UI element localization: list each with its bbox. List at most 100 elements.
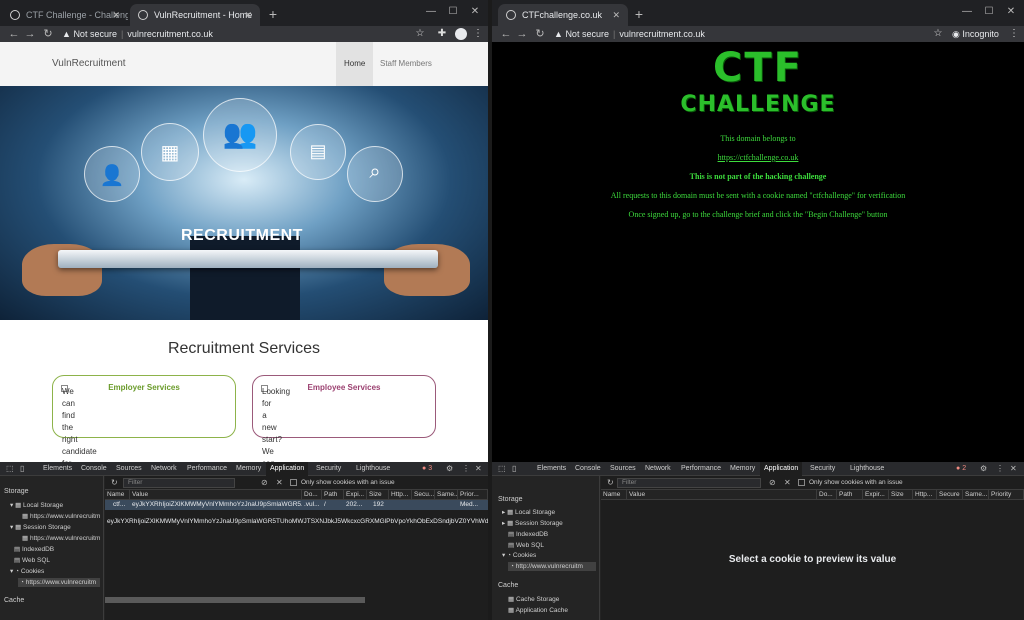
devtools-tab-performance[interactable]: Performance [183, 462, 231, 476]
table-row[interactable]: ctf... eyJkYXRhIjoiZXlKMWMyVnlYMmhoYzJna… [105, 500, 488, 510]
cookie-value-preview[interactable]: eyJkYXRhIjoiZXlKMWMyVnlYMmhoYzJnaU9pSmla… [105, 518, 488, 525]
refresh-icon[interactable]: ↻ [111, 476, 118, 490]
reload-icon[interactable]: ↻ [534, 26, 546, 42]
profile-avatar[interactable] [455, 28, 467, 40]
sidebar-session-storage-origin[interactable]: ▦ https://www.vulnrecruitm [20, 534, 100, 543]
more-options-icon[interactable]: ⋮ [996, 462, 1004, 476]
reload-icon[interactable]: ↻ [42, 26, 54, 42]
settings-gear-icon[interactable]: ⚙ [446, 462, 453, 476]
inspect-element-icon[interactable]: ⬚ [6, 462, 14, 476]
inspect-element-icon[interactable]: ⬚ [498, 462, 506, 476]
sidebar-web-sql[interactable]: ▤ Web SQL [12, 556, 50, 565]
sidebar-indexeddb[interactable]: ▤ IndexedDB [12, 545, 54, 554]
col-samesite[interactable]: Same... [963, 490, 989, 500]
devtools-tab-elements[interactable]: Elements [39, 462, 76, 476]
devtools-tab-memory[interactable]: Memory [232, 462, 265, 476]
sidebar-session-storage[interactable]: ▾ ▦ Session Storage [8, 523, 71, 532]
ctfchallenge-link[interactable]: https://ctfchallenge.co.uk [492, 153, 1024, 162]
nav-staff-members[interactable]: Staff Members [372, 42, 440, 86]
clear-all-icon[interactable]: ⊘ [261, 476, 268, 490]
only-issues-checkbox[interactable] [290, 479, 297, 486]
delete-selected-icon[interactable]: ✕ [784, 476, 791, 490]
sidebar-indexeddb[interactable]: ▤ IndexedDB [506, 530, 548, 539]
devtools-tab-security[interactable]: Security [806, 462, 839, 476]
devtools-tab-lighthouse[interactable]: Lighthouse [352, 462, 394, 476]
col-priority[interactable]: Priority [989, 490, 1024, 500]
nav-home[interactable]: Home [336, 42, 374, 86]
sidebar-application-cache[interactable]: ▦ Application Cache [506, 606, 568, 615]
col-size[interactable]: Size [367, 490, 389, 500]
col-httponly[interactable]: Http... [389, 490, 412, 500]
minimize-icon[interactable]: — [420, 4, 442, 20]
sidebar-web-sql[interactable]: ▤ Web SQL [506, 541, 544, 550]
horizontal-scrollbar[interactable] [105, 597, 365, 603]
devtools-tab-network[interactable]: Network [147, 462, 181, 476]
col-secure[interactable]: Secure [937, 490, 963, 500]
filter-input[interactable]: Filter [123, 478, 235, 488]
close-window-icon[interactable]: ✕ [1000, 4, 1022, 20]
col-value[interactable]: Value [627, 490, 817, 500]
issues-badge[interactable]: ● 2 [956, 462, 966, 476]
maximize-icon[interactable]: ☐ [442, 4, 464, 20]
col-expires[interactable]: Expi... [344, 490, 367, 500]
forward-icon[interactable]: → [24, 26, 36, 42]
devtools-tab-console[interactable]: Console [571, 462, 605, 476]
devtools-tab-security[interactable]: Security [312, 462, 345, 476]
col-path[interactable]: Path [837, 490, 863, 500]
devtools-tab-sources[interactable]: Sources [606, 462, 640, 476]
devtools-tab-console[interactable]: Console [77, 462, 111, 476]
site-brand[interactable]: VulnRecruitment [52, 58, 126, 69]
maximize-icon[interactable]: ☐ [978, 4, 1000, 20]
menu-kebab-icon[interactable]: ⋮ [472, 26, 484, 42]
sidebar-cookies[interactable]: ▾ ◔ Cookies [8, 567, 44, 576]
col-name[interactable]: Name [601, 490, 627, 500]
devtools-tab-elements[interactable]: Elements [533, 462, 570, 476]
col-samesite[interactable]: Same... [435, 490, 458, 500]
sidebar-local-storage[interactable]: ▸ ▦ Local Storage [500, 508, 555, 517]
close-devtools-icon[interactable]: ✕ [1010, 462, 1017, 476]
devtools-tab-network[interactable]: Network [641, 462, 675, 476]
new-tab-icon[interactable]: + [632, 4, 646, 24]
address-bar[interactable]: ▲ Not secure | vulnrecruitment.co.uk [554, 26, 705, 42]
devtools-tab-application[interactable]: Application [760, 462, 803, 476]
only-issues-checkbox[interactable] [798, 479, 805, 486]
devtools-tab-performance[interactable]: Performance [677, 462, 725, 476]
filter-input[interactable]: Filter [617, 478, 761, 488]
sidebar-session-storage[interactable]: ▸ ▦ Session Storage [500, 519, 563, 528]
bookmark-star-icon[interactable]: ☆ [414, 26, 426, 42]
col-name[interactable]: Name [105, 490, 130, 500]
col-value[interactable]: Value [130, 490, 302, 500]
device-toolbar-icon[interactable]: ▯ [20, 462, 24, 476]
col-domain[interactable]: Do... [817, 490, 837, 500]
incognito-badge[interactable]: ◉ Incognito [952, 26, 999, 42]
devtools-tab-lighthouse[interactable]: Lighthouse [846, 462, 888, 476]
settings-gear-icon[interactable]: ⚙ [980, 462, 987, 476]
clear-all-icon[interactable]: ⊘ [769, 476, 776, 490]
col-size[interactable]: Size [889, 490, 913, 500]
bookmark-star-icon[interactable]: ☆ [932, 26, 944, 42]
refresh-icon[interactable]: ↻ [607, 476, 614, 490]
devtools-tab-memory[interactable]: Memory [726, 462, 759, 476]
close-tab-icon[interactable]: ✕ [612, 4, 620, 26]
col-secure[interactable]: Secu... [412, 490, 435, 500]
minimize-icon[interactable]: — [956, 4, 978, 20]
sidebar-cookies[interactable]: ▾ ◔ Cookies [500, 551, 536, 560]
issues-badge[interactable]: ● 3 [422, 462, 432, 476]
col-path[interactable]: Path [322, 490, 344, 500]
col-domain[interactable]: Do... [302, 490, 322, 500]
close-devtools-icon[interactable]: ✕ [475, 462, 482, 476]
close-tab-icon[interactable]: ✕ [244, 4, 252, 26]
sidebar-cache-storage[interactable]: ▦ Cache Storage [506, 595, 559, 604]
back-icon[interactable]: ← [8, 26, 20, 42]
new-tab-icon[interactable]: + [266, 4, 280, 24]
sidebar-local-storage[interactable]: ▾ ▦ Local Storage [8, 501, 63, 510]
device-toolbar-icon[interactable]: ▯ [512, 462, 516, 476]
extensions-icon[interactable]: ✚ [436, 26, 448, 42]
tab-vulnrecruitment[interactable]: VulnRecruitment - Home ✕ [130, 4, 260, 26]
forward-icon[interactable]: → [516, 26, 528, 42]
sidebar-cookies-origin[interactable]: ◔ http://www.vulnrecruitm [508, 562, 596, 571]
col-priority[interactable]: Prior... [458, 490, 488, 500]
back-icon[interactable]: ← [500, 26, 512, 42]
sidebar-local-storage-origin[interactable]: ▦ https://www.vulnrecruitm [20, 512, 100, 521]
close-window-icon[interactable]: ✕ [464, 4, 486, 20]
